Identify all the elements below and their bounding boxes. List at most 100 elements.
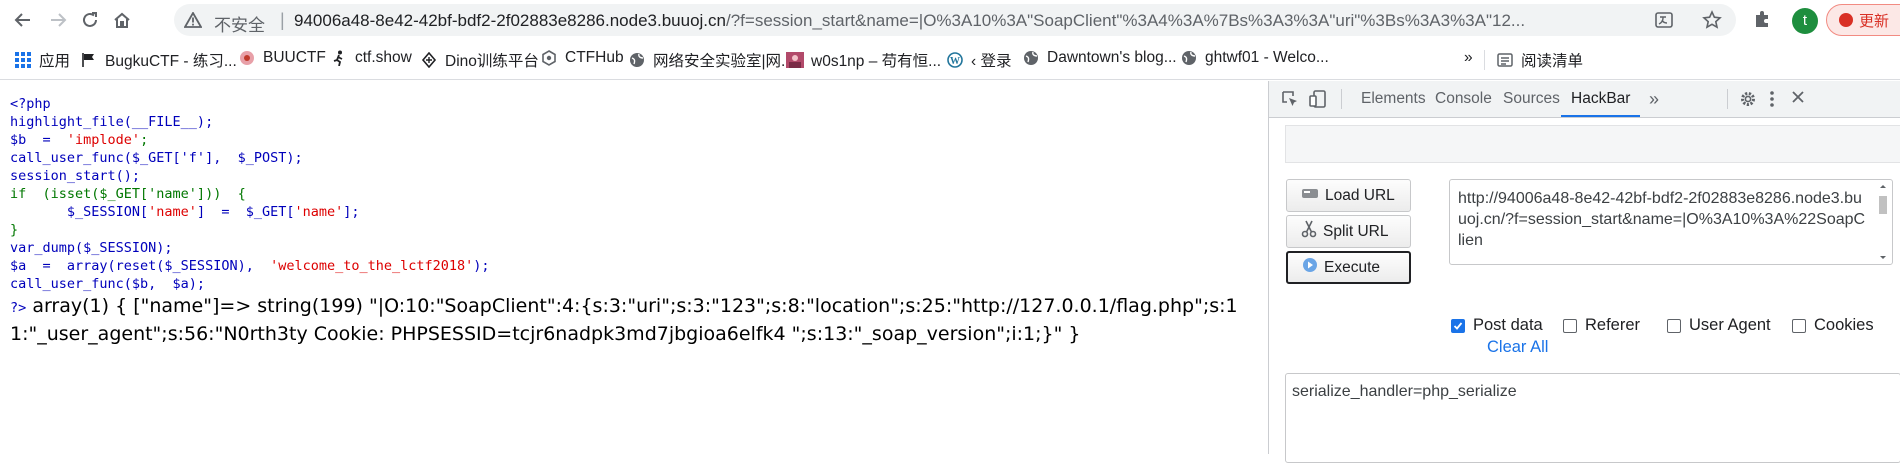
profile-avatar[interactable]: t <box>1792 8 1818 34</box>
gear-icon[interactable] <box>1739 90 1757 113</box>
code-punct: ; <box>140 132 149 148</box>
bookmark-ctfhub[interactable]: CTFHub <box>540 49 624 67</box>
split-url-label: Split URL <box>1323 222 1389 240</box>
tab-elements[interactable]: Elements <box>1361 81 1426 117</box>
reading-list-button[interactable]: 阅读清单 <box>1496 49 1583 71</box>
load-url-icon <box>1301 186 1319 205</box>
code-line: call_user_func($b, $a); <box>10 276 206 292</box>
arrow-left-icon <box>14 13 30 27</box>
update-avatar-icon <box>1839 13 1853 27</box>
code-punct: ); <box>473 258 490 274</box>
split-url-button[interactable]: Split URL <box>1286 215 1411 248</box>
bookmark-apps[interactable]: 应用 <box>14 49 70 71</box>
wordpress-icon: W <box>946 51 964 69</box>
code-string: 'name' <box>294 204 344 220</box>
home-button[interactable] <box>109 7 135 33</box>
code-line: $a = array(reset($_SESSION), <box>10 258 271 274</box>
bookmark-buuctf[interactable]: BUUCTF <box>238 49 326 67</box>
code-line: $b = <box>10 132 67 148</box>
user-agent-toggle[interactable]: User Agent <box>1667 316 1771 335</box>
bookmark-wordpress-login[interactable]: W ‹ 登录 <box>946 49 1011 71</box>
post-data-label: Post data <box>1473 316 1543 334</box>
checkbox-icon <box>1667 318 1681 333</box>
bookmark-dino[interactable]: Dino训练平台 <box>420 49 539 71</box>
more-tabs-button[interactable]: » <box>1649 81 1659 117</box>
url-textarea-scrollbar[interactable] <box>1876 182 1890 262</box>
bookmark-ctfshow[interactable]: ctf.show <box>330 49 412 67</box>
bookmark-w0s1np[interactable]: w0s1np – 苟有恒... <box>786 49 941 71</box>
address-separator: | <box>280 10 285 30</box>
address-bar[interactable]: 不安全 | 94006a48-8e42-42bf-bdf2-2f02883e82… <box>174 4 1736 36</box>
referer-label: Referer <box>1585 316 1641 334</box>
globe-icon <box>1022 49 1040 67</box>
buuctf-logo-icon <box>238 49 256 67</box>
reload-icon <box>83 12 97 27</box>
code-line: } <box>10 222 19 238</box>
bookmark-bugku[interactable]: BugkuCTF - 练习... <box>80 49 237 71</box>
update-button[interactable]: 更新 <box>1826 4 1900 36</box>
post-data-toggle[interactable]: Post data <box>1451 316 1543 335</box>
bookmark-dawntown[interactable]: Dawntown's blog... <box>1022 49 1177 67</box>
url-text[interactable]: 94006a48-8e42-42bf-bdf2-2f02883e8286.nod… <box>294 11 1689 31</box>
kebab-menu-icon[interactable] <box>1769 90 1775 113</box>
devtools-tabbar: Elements Console Sources HackBar » <box>1269 81 1900 118</box>
clear-all-link[interactable]: Clear All <box>1487 338 1548 357</box>
url-textarea[interactable]: http://94006a48-8e42-42bf-bdf2-2f02883e8… <box>1449 179 1893 265</box>
bookmarks-divider <box>1484 50 1485 70</box>
arrow-right-icon <box>51 13 67 27</box>
referer-toggle[interactable]: Referer <box>1563 316 1640 335</box>
globe-icon <box>1180 49 1198 67</box>
close-icon[interactable] <box>1791 90 1805 109</box>
url-textarea-value: http://94006a48-8e42-42bf-bdf2-2f02883e8… <box>1458 190 1866 249</box>
hackbar-toolbar <box>1285 125 1900 163</box>
url-host: 94006a48-8e42-42bf-bdf2-2f02883e8286.nod… <box>294 11 726 30</box>
forward-button[interactable] <box>45 7 71 33</box>
code-line: session_start(); <box>10 168 141 184</box>
execute-label: Execute <box>1324 258 1381 276</box>
bookmark-ghtwf01[interactable]: ghtwf01 - Welco... <box>1180 49 1329 67</box>
devtools-panel: Elements Console Sources HackBar » Load … <box>1268 81 1900 463</box>
bookmark-star-icon[interactable] <box>1702 10 1722 35</box>
runner-icon <box>330 49 348 67</box>
apps-grid-icon <box>14 51 32 69</box>
bookmark-label: BugkuCTF - 练习... <box>105 53 237 70</box>
bookmark-label: CTFHub <box>565 49 624 66</box>
php-source-code: <?php highlight_file(__FILE__); $b = 'im… <box>10 95 490 293</box>
scissors-icon <box>1301 220 1317 243</box>
extensions-puzzle-icon[interactable] <box>1752 8 1774 35</box>
code-string: 'implode' <box>66 132 141 148</box>
code-line: ] = $_GET[ <box>196 204 295 220</box>
bookmark-label: Dino训练平台 <box>445 53 539 70</box>
device-toolbar-icon[interactable] <box>1309 90 1327 113</box>
reload-button[interactable] <box>77 7 103 33</box>
load-url-button[interactable]: Load URL <box>1286 179 1411 212</box>
svg-text:W: W <box>950 56 960 67</box>
back-button[interactable] <box>10 7 36 33</box>
bookmark-label: 应用 <box>39 53 71 70</box>
execute-button[interactable]: Execute <box>1286 251 1411 284</box>
page-viewport: <?php highlight_file(__FILE__); $b = 'im… <box>0 81 1268 454</box>
checkbox-checked-icon <box>1451 318 1465 333</box>
cookies-toggle[interactable]: Cookies <box>1792 316 1874 335</box>
inspect-element-icon[interactable] <box>1281 90 1299 113</box>
code-string: 'welcome_to_the_lctf2018' <box>270 258 474 274</box>
tab-divider <box>1341 89 1342 109</box>
code-line: if (isset($_GET['name'])) { <box>10 186 246 202</box>
post-data-textarea[interactable]: serialize_handler=php_serialize <box>1285 373 1900 463</box>
browser-toolbar: 不安全 | 94006a48-8e42-42bf-bdf2-2f02883e82… <box>0 0 1900 40</box>
security-label[interactable]: 不安全 <box>214 11 265 36</box>
bookmarks-overflow-button[interactable]: » <box>1464 49 1473 67</box>
chevron-double-right-icon: » <box>1464 49 1473 66</box>
tab-sources[interactable]: Sources <box>1503 81 1560 117</box>
var-dump-output: ?> array(1) { ["name"]=> string(199) "|O… <box>10 293 1250 347</box>
checkbox-icon <box>1792 318 1806 333</box>
translate-icon[interactable] <box>1654 10 1674 35</box>
bookmark-label: BUUCTF <box>263 49 326 66</box>
bookmark-netsec-lab[interactable]: 网络安全实验室|网... <box>628 49 794 71</box>
code-string: 'name' <box>148 204 197 220</box>
tab-console[interactable]: Console <box>1435 81 1492 117</box>
globe-icon <box>628 51 646 69</box>
tab-hackbar[interactable]: HackBar <box>1561 81 1641 117</box>
bookmark-label: ‹ 登录 <box>971 53 1012 70</box>
warning-icon[interactable] <box>183 11 203 33</box>
